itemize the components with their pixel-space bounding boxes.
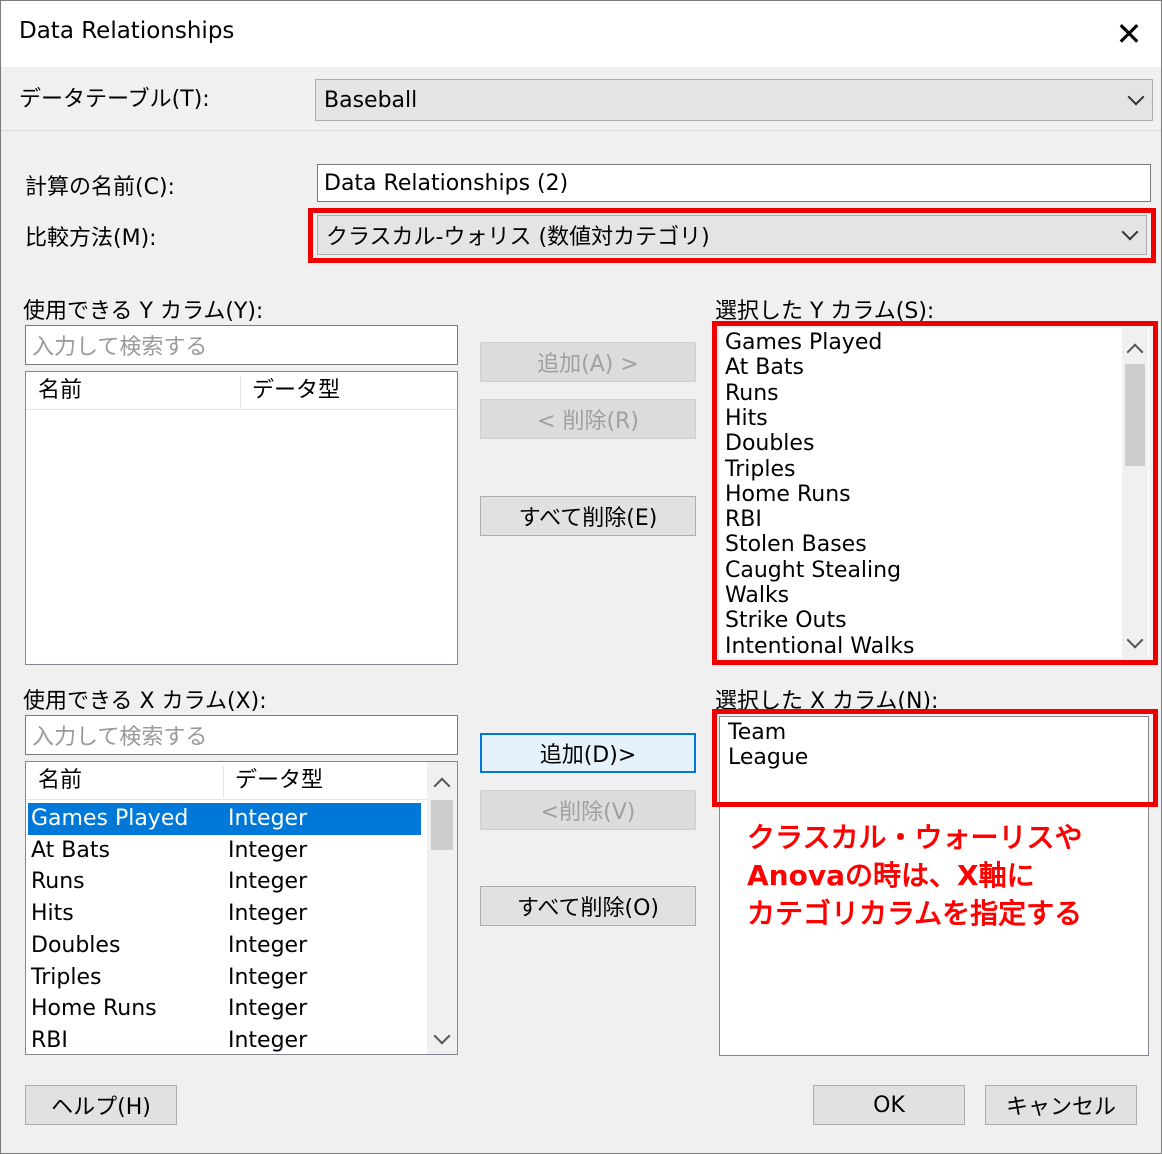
cell-name: Doubles — [31, 932, 121, 958]
ok-button[interactable]: OK — [813, 1085, 965, 1125]
data-table-select[interactable]: Baseball — [315, 79, 1153, 121]
close-icon[interactable]: ✕ — [1109, 15, 1149, 53]
available-y-list[interactable]: 名前 データ型 — [25, 371, 458, 665]
calc-name-label: 計算の名前(C): — [25, 175, 175, 200]
table-row[interactable]: Runs Integer — [28, 866, 421, 898]
column-header-name[interactable]: 名前 — [26, 372, 82, 410]
data-relationships-dialog: Data Relationships ✕ データテーブル(T): Basebal… — [0, 0, 1162, 1154]
available-y-header: 名前 データ型 — [26, 372, 457, 410]
available-y-search-placeholder: 入力して検索する — [32, 335, 208, 360]
scroll-up-icon[interactable] — [433, 777, 451, 795]
data-table-value: Baseball — [324, 87, 418, 113]
highlight-selected-y — [712, 321, 1158, 665]
table-row[interactable]: Triples Integer — [28, 962, 421, 994]
cell-type: Integer — [228, 964, 308, 990]
column-header-name[interactable]: 名前 — [26, 762, 82, 800]
cell-type: Integer — [228, 1027, 308, 1053]
remove-y-button[interactable]: < 削除(R) — [480, 399, 696, 439]
available-y-label: 使用できる Y カラム(Y): — [23, 299, 264, 324]
cell-name: Triples — [31, 964, 102, 990]
table-row[interactable]: Games Played Integer — [28, 803, 421, 835]
remove-x-button[interactable]: <削除(V) — [480, 790, 696, 830]
column-header-type[interactable]: データ型 — [240, 372, 340, 410]
annotation-note: クラスカル・ウォーリスや Anovaの時は、X軸に カテゴリカラムを指定する — [747, 819, 1147, 933]
table-row[interactable]: At Bats Integer — [28, 835, 421, 867]
scroll-down-icon[interactable] — [433, 1027, 451, 1045]
cell-name: Games Played — [31, 806, 189, 831]
cell-type: Integer — [228, 996, 308, 1022]
column-header-type[interactable]: データ型 — [223, 762, 323, 800]
cell-name: Home Runs — [31, 996, 157, 1022]
cell-type: Integer — [228, 837, 308, 863]
data-table-label: データテーブル(T): — [19, 87, 210, 112]
cancel-button[interactable]: キャンセル — [985, 1085, 1137, 1125]
add-x-button[interactable]: 追加(D)> — [480, 733, 696, 773]
scrollbar-thumb[interactable] — [431, 800, 453, 850]
cell-name: Runs — [31, 869, 85, 895]
annotation-line: カテゴリカラムを指定する — [747, 897, 1083, 930]
data-table-row: データテーブル(T): Baseball — [1, 67, 1161, 131]
cell-name: Hits — [31, 901, 74, 927]
calc-name-value: Data Relationships (2) — [324, 170, 569, 196]
annotation-line: クラスカル・ウォーリスや — [747, 821, 1083, 854]
title-bar: Data Relationships ✕ — [1, 1, 1161, 67]
annotation-line: Anovaの時は、X軸に — [747, 859, 1035, 892]
remove-all-x-button[interactable]: すべて削除(O) — [480, 886, 696, 926]
scrollbar[interactable] — [427, 762, 457, 1054]
highlight-selected-x — [712, 709, 1158, 807]
add-y-button[interactable]: 追加(A) > — [480, 342, 696, 382]
cell-type: Integer — [228, 932, 308, 958]
remove-all-y-button[interactable]: すべて削除(E) — [480, 496, 696, 536]
available-x-search[interactable]: 入力して検索する — [25, 715, 458, 755]
help-button[interactable]: ヘルプ(H) — [25, 1085, 177, 1125]
available-x-list[interactable]: 名前 データ型 Games Played Integer At Bats Intege… — [25, 761, 458, 1055]
compare-method-label: 比較方法(M): — [25, 226, 157, 251]
available-x-header: 名前 データ型 — [26, 762, 427, 800]
available-x-search-placeholder: 入力して検索する — [32, 725, 208, 750]
chevron-down-icon — [1127, 88, 1145, 106]
table-row[interactable]: Home Runs Integer — [28, 993, 421, 1025]
window-title: Data Relationships — [19, 18, 235, 44]
cell-type: Integer — [228, 806, 308, 831]
highlight-compare-method — [308, 208, 1156, 263]
available-x-label: 使用できる X カラム(X): — [23, 689, 267, 714]
table-row[interactable]: Hits Integer — [28, 898, 421, 930]
cell-name: RBI — [31, 1027, 68, 1053]
cell-name: At Bats — [31, 837, 110, 863]
table-row[interactable]: Doubles Integer — [28, 930, 421, 962]
cell-type: Integer — [228, 869, 308, 895]
table-row[interactable]: RBI Integer — [28, 1025, 421, 1054]
calc-name-input[interactable]: Data Relationships (2) — [317, 164, 1151, 202]
cell-type: Integer — [228, 901, 308, 927]
available-y-search[interactable]: 入力して検索する — [25, 325, 458, 365]
